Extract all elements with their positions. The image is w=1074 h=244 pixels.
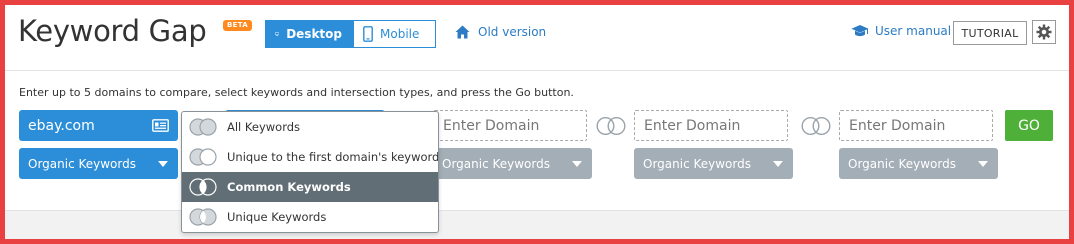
id-card-icon: [152, 119, 169, 132]
keyword-type-select-4[interactable]: Organic Keywords: [839, 148, 998, 179]
chevron-down-icon: [978, 160, 988, 167]
keyword-type-select-1[interactable]: Organic Keywords: [19, 148, 178, 179]
intersection-type-dropdown: All Keywords Unique to the first domain'…: [181, 111, 439, 233]
venn-left-icon: [189, 148, 217, 166]
desktop-label: Desktop: [286, 27, 342, 41]
old-version-link[interactable]: Old version: [455, 25, 546, 39]
beta-badge: BETA: [223, 20, 252, 31]
chevron-down-icon: [773, 160, 783, 167]
keyword-type-label: Organic Keywords: [28, 156, 136, 171]
desktop-toggle-button[interactable]: Desktop: [265, 20, 354, 48]
venn-unique-icon: [189, 208, 217, 226]
monitor-icon: [275, 32, 280, 36]
chevron-down-icon: [158, 160, 168, 167]
tutorial-button[interactable]: TUTORIAL: [953, 21, 1027, 45]
domain-value: ebay.com: [28, 117, 95, 134]
option-label: Unique to the first domain's keywords: [227, 150, 439, 164]
intersection-option-unique[interactable]: Unique Keywords: [182, 202, 438, 232]
results-area: [5, 210, 1069, 239]
chevron-down-icon: [572, 160, 582, 167]
keyword-gap-panel: Keyword Gap BETA Desktop Mobile Old vers…: [5, 5, 1069, 239]
mobile-toggle-button[interactable]: Mobile: [354, 20, 436, 48]
gear-icon: [1036, 24, 1052, 40]
keyword-type-label: Organic Keywords: [442, 156, 550, 171]
option-label: Unique Keywords: [227, 210, 327, 224]
domain-placeholder: Enter Domain: [644, 117, 741, 134]
page-title: Keyword Gap: [18, 14, 207, 48]
keyword-type-label: Organic Keywords: [848, 156, 956, 171]
domain-placeholder: Enter Domain: [849, 117, 946, 134]
page-header: Keyword Gap BETA Desktop Mobile Old vers…: [5, 5, 1069, 71]
domain-input-4[interactable]: Enter Domain: [839, 110, 993, 141]
instruction-text: Enter up to 5 domains to compare, select…: [19, 86, 574, 99]
user-manual-link[interactable]: User manual: [851, 24, 951, 38]
intersection-option-common[interactable]: Common Keywords: [182, 172, 438, 202]
venn-circles-icon[interactable]: [799, 116, 833, 136]
venn-common-icon: [189, 178, 217, 196]
keyword-type-select-2[interactable]: Organic Keywords: [433, 148, 592, 179]
graduation-cap-icon: [851, 25, 869, 37]
settings-button[interactable]: [1032, 20, 1056, 44]
option-label: All Keywords: [227, 120, 301, 134]
venn-all-icon: [189, 118, 217, 136]
domain-input-1[interactable]: ebay.com: [19, 110, 178, 141]
domain-placeholder: Enter Domain: [443, 117, 540, 134]
home-icon: [455, 25, 470, 39]
intersection-option-all[interactable]: All Keywords: [182, 112, 438, 142]
user-manual-label: User manual: [875, 24, 952, 38]
keyword-type-label: Organic Keywords: [643, 156, 751, 171]
old-version-label: Old version: [478, 25, 547, 39]
intersection-option-unique-first[interactable]: Unique to the first domain's keywords: [182, 142, 438, 172]
option-label: Common Keywords: [227, 180, 351, 194]
phone-icon: [363, 26, 373, 42]
venn-circles-icon[interactable]: [594, 116, 628, 136]
mobile-label: Mobile: [380, 27, 420, 41]
domain-input-3[interactable]: Enter Domain: [634, 110, 788, 141]
domain-input-2[interactable]: Enter Domain: [433, 110, 587, 141]
device-toggle: Desktop Mobile: [265, 20, 436, 48]
go-button[interactable]: GO: [1005, 110, 1053, 141]
keyword-type-select-3[interactable]: Organic Keywords: [634, 148, 793, 179]
